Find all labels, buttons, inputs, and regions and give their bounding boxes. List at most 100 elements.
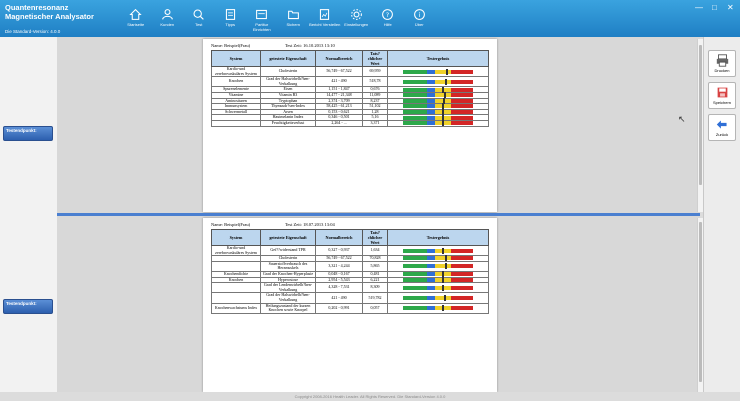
svg-text:i: i xyxy=(418,11,420,19)
bar-green-segment xyxy=(403,69,427,74)
cell-result xyxy=(387,302,489,314)
testpoint-button-2[interactable]: Testendpunkt: xyxy=(3,299,53,314)
cell-range: 4,328 - 7,531 xyxy=(315,282,363,294)
cell-value: 3,371 xyxy=(362,119,388,127)
bar-green-segment xyxy=(403,93,427,98)
scrollbar-thumb-2[interactable] xyxy=(699,222,702,382)
cell-result xyxy=(387,65,489,78)
bar-green-segment xyxy=(403,121,427,126)
bar-green-segment xyxy=(403,295,427,300)
bar-green-segment xyxy=(403,79,427,84)
cell-property: Grad der Halswirbelh?hen-Verkalkung xyxy=(260,292,316,304)
cell-range: 3,321 - 4,244 xyxy=(315,260,363,272)
bar-red-segment xyxy=(451,256,473,261)
result-bar xyxy=(403,276,473,283)
cell-value: 0,057 xyxy=(362,302,388,314)
bar-green-segment xyxy=(403,272,427,277)
bar-blue-segment xyxy=(427,121,435,126)
column-header: System xyxy=(211,50,261,67)
print-button[interactable]: Drucken xyxy=(708,50,736,77)
bar-red-segment xyxy=(451,121,473,126)
bar-green-segment xyxy=(403,115,427,120)
bar-marker xyxy=(442,284,444,291)
document-icon xyxy=(225,9,235,20)
result-bar xyxy=(403,97,473,104)
app-header: Quantenresonanz Magnetischer Analysator … xyxy=(0,0,740,37)
cell-property: Feuchtigkeitsverlust xyxy=(260,119,316,127)
nav-item-5[interactable]: Sichern xyxy=(278,2,310,36)
result-bar xyxy=(403,92,473,99)
back-label: Zurück xyxy=(715,132,729,137)
bar-blue-segment xyxy=(427,285,435,290)
nav-item-4[interactable]: Partitur Einrichten xyxy=(246,2,278,36)
bar-green-segment xyxy=(403,285,427,290)
bar-marker xyxy=(444,294,446,301)
close-icon[interactable]: ✕ xyxy=(727,3,734,12)
save-button[interactable]: Speichern xyxy=(708,82,736,109)
nav-item-9[interactable]: i Über xyxy=(404,2,436,36)
cell-property: Grad der Lendenwirbelh?hen-Verkalkung xyxy=(260,282,316,294)
folder-icon xyxy=(287,10,299,20)
back-button[interactable]: Zurück xyxy=(708,114,736,141)
result-bar xyxy=(403,68,473,75)
app-title-line-2: Magnetischer Analysator xyxy=(5,11,94,21)
report-1-table: System getestete Eigenschaft Normalbereich… xyxy=(211,50,489,127)
info-icon: i xyxy=(413,9,425,20)
bar-red-segment xyxy=(451,87,473,92)
table-row: Sauerstoffverbrauch des Herzmuskels 3,321… xyxy=(211,260,489,272)
bar-blue-segment xyxy=(427,110,435,115)
cell-system: Kardio-und zerebrovaskuläres System xyxy=(211,65,261,78)
report-2-time: Test Zeit: 18.07.2013 13:04 xyxy=(285,222,335,227)
nav-item-3[interactable]: Tipps xyxy=(215,2,247,36)
nav-label: Hilfe xyxy=(383,22,392,27)
testpoint-button[interactable]: Testendpunkt: xyxy=(3,126,53,141)
nav-item-6[interactable]: Bericht Verstellen xyxy=(309,2,341,36)
cell-value: 519,782 xyxy=(362,292,388,304)
result-bar xyxy=(403,109,473,116)
bar-red-segment xyxy=(451,295,473,300)
settings-icon xyxy=(256,9,268,20)
nav-item-2[interactable]: Test xyxy=(183,2,215,36)
table-row: Knochenwachstums Index Heilungszustand de… xyxy=(211,302,489,314)
table-row: Kardio-und zerebrovaskuläres System Gef??… xyxy=(211,244,489,257)
scrollbar-thumb-1[interactable] xyxy=(699,45,702,185)
bar-marker xyxy=(445,78,447,85)
bar-marker xyxy=(442,276,444,283)
column-header: getestete Eigenschaft xyxy=(260,50,316,67)
bar-blue-segment xyxy=(427,98,435,103)
bar-blue-segment xyxy=(427,264,435,269)
app-title: Quantenresonanz Magnetischer Analysator xyxy=(5,3,94,21)
right-panel: Drucken Speichern Zurück xyxy=(703,37,740,392)
nav-item-1[interactable]: Kunden xyxy=(152,2,184,36)
report-icon xyxy=(320,9,330,20)
report-1-time: Test Zeit: 16.10.2013 13:10 xyxy=(285,43,335,48)
printer-icon xyxy=(716,54,728,67)
nav-item-0[interactable]: Startseite xyxy=(120,2,152,36)
nav-item-8[interactable]: ? Hilfe xyxy=(372,2,404,36)
cell-range: 2,264 - ... xyxy=(315,119,363,127)
table-row: Kardio-und zerebrovaskuläres System Chole… xyxy=(211,65,489,78)
bar-marker xyxy=(445,255,447,262)
bar-blue-segment xyxy=(427,79,435,84)
cell-value: 8,309 xyxy=(362,282,388,294)
cell-property: Heilungszustand der kurzen Knochen sowie… xyxy=(260,302,316,314)
column-header: getestete Eigenschaft xyxy=(260,229,316,246)
cell-value: 518,78 xyxy=(362,76,388,88)
bar-red-segment xyxy=(451,79,473,84)
testpoint-label-2: Testendpunkt: xyxy=(6,301,37,306)
mouse-cursor-icon: ↖ xyxy=(678,114,686,124)
table-row: Feuchtigkeitsverlust 2,264 - ... 3,371 xyxy=(211,119,489,127)
nav-item-7[interactable]: Einstellungen xyxy=(341,2,373,36)
nav-label: Über xyxy=(414,22,424,27)
cell-property: Grad der Halswirbelh?hen-Verkalkung xyxy=(260,76,316,88)
cell-range: 421 - 490 xyxy=(315,76,363,88)
minimize-icon[interactable]: — xyxy=(695,3,703,12)
column-header: Testergebnis xyxy=(387,229,489,246)
cell-system: Knochen xyxy=(211,76,261,88)
bar-marker xyxy=(445,263,447,270)
table-row: Knochen Grad der Halswirbelh?hen-Verkalku… xyxy=(211,76,489,88)
column-header: System xyxy=(211,229,261,246)
column-header: Testergebnis xyxy=(387,50,489,67)
maximize-icon[interactable]: □ xyxy=(712,3,717,12)
cell-property: Cholesterin xyxy=(260,65,316,78)
